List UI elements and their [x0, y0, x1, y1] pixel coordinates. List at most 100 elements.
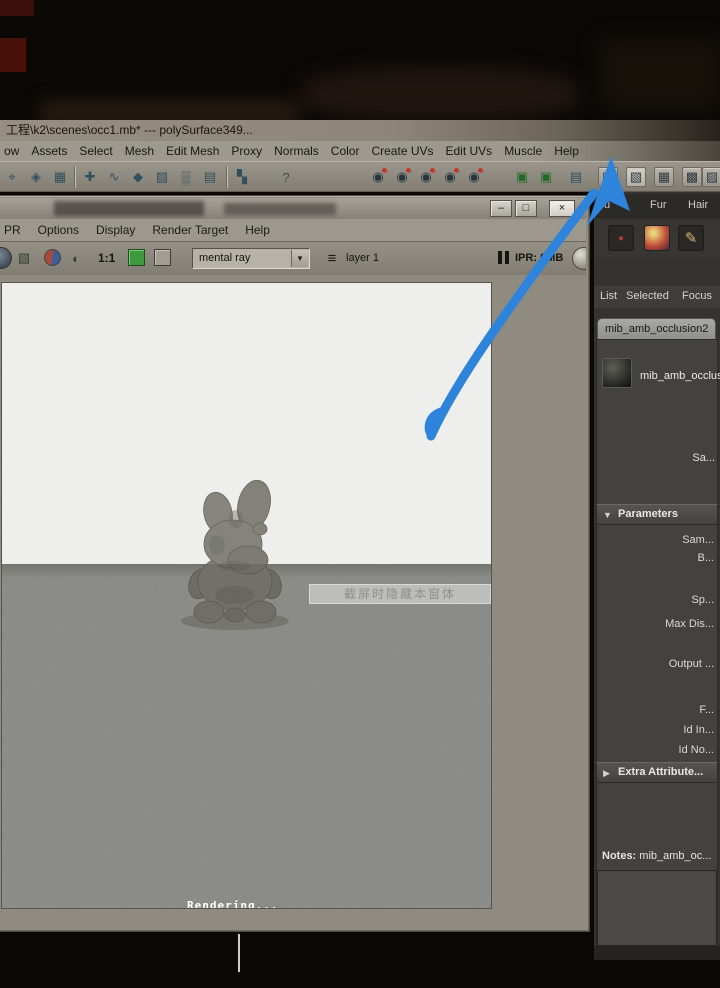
inputs-icon[interactable]: ▚ — [232, 167, 252, 187]
menu-mesh[interactable]: Mesh — [125, 144, 154, 158]
material-swatch[interactable] — [602, 358, 632, 388]
rv-menu-render-target[interactable]: Render Target — [152, 223, 228, 237]
help-icon[interactable]: ? — [276, 167, 296, 187]
param-label-samples: Sam... — [682, 534, 714, 546]
ae-node-tab[interactable]: mib_amb_occlusion2 — [597, 318, 716, 340]
desktop-smudge — [300, 68, 580, 120]
notes-line: Notes: mib_amb_oc... — [602, 850, 711, 862]
titlebar-smudge — [54, 201, 204, 216]
param-label-id-nonself: Id No... — [678, 744, 714, 756]
ae-menu-selected[interactable]: Selected — [626, 290, 669, 302]
render-flag-1-icon[interactable]: ◉ — [368, 167, 388, 187]
hierarchy-mask-icon[interactable]: ◈ — [26, 167, 46, 187]
render-current-frame-icon[interactable]: ▩ — [682, 167, 702, 187]
maya-window-titlebar[interactable]: 工程\k2\scenes\occ1.mb* --- polySurface349… — [0, 120, 720, 141]
chevron-down-icon[interactable]: ▼ — [291, 250, 308, 267]
render-view-titlebar[interactable]: – □ × — [0, 198, 586, 219]
alpha-channel-toggle[interactable] — [154, 249, 171, 266]
render-image[interactable]: 截屏时隐藏本窗体 Rendering... — [1, 282, 492, 909]
render-settings-icon[interactable]: ▨ — [702, 167, 720, 187]
quick-layout-2-icon[interactable]: ▣ — [536, 167, 556, 187]
menu-color[interactable]: Color — [331, 144, 360, 158]
select-mask-icon[interactable]: ⌖ — [2, 167, 22, 187]
layers-icon: ≡ — [327, 249, 337, 267]
rv-menu-options[interactable]: Options — [38, 223, 79, 237]
rgb-channels-toggle[interactable] — [128, 249, 145, 266]
shelf-shading-ball-icon[interactable] — [644, 225, 670, 251]
menu-muscle[interactable]: Muscle — [504, 144, 542, 158]
render-flag-2-icon[interactable]: ◉ — [392, 167, 412, 187]
extra-attributes-section-header[interactable]: ▶ Extra Attribute... — [596, 762, 718, 783]
minimize-button[interactable]: – — [490, 200, 512, 217]
render-progress-label: Rendering... — [187, 899, 279, 909]
hypershade-icon[interactable]: ▧ — [626, 167, 646, 187]
object-mask-icon[interactable]: ▦ — [50, 167, 70, 187]
attribute-editor-panel: u Fur Hair ▪ ✎ List Selected Focus mib_a… — [594, 192, 720, 960]
maya-status-line: ⌖ ◈ ▦ ✚ ∿ ◆ ▨ ▒ ▤ ▚ ? ◉ ◉ ◉ ◉ ◉ ▣ ▣ ▤ ▥ … — [0, 161, 720, 192]
shelf-tab-hair[interactable]: Hair — [688, 199, 708, 211]
render-flag-5-icon[interactable]: ◉ — [464, 167, 484, 187]
rv-menu-ipr[interactable]: PR — [4, 223, 21, 237]
menu-proxy[interactable]: Proxy — [231, 144, 262, 158]
snap-point-icon[interactable]: ◆ — [128, 167, 148, 187]
menu-select[interactable]: Select — [79, 144, 112, 158]
maximize-button[interactable]: □ — [515, 200, 537, 217]
menu-edit-mesh[interactable]: Edit Mesh — [166, 144, 219, 158]
parameters-section-label: Parameters — [618, 508, 678, 520]
menu-assets[interactable]: Assets — [31, 144, 67, 158]
render-flag-4-icon[interactable]: ◉ — [440, 167, 460, 187]
parameters-section-header[interactable]: ▼ Parameters — [596, 504, 718, 525]
clipboard-icon[interactable]: ▤ — [566, 167, 586, 187]
notes-textarea[interactable] — [597, 870, 717, 946]
ae-menu-focus[interactable]: Focus — [682, 290, 712, 302]
menu-normals[interactable]: Normals — [274, 144, 319, 158]
shelf-paintbrush-icon[interactable]: ✎ — [678, 225, 704, 251]
snapshot-icon[interactable]: ◐ — [66, 248, 86, 268]
node-name-label: mib_amb_occlus... — [640, 370, 720, 382]
close-button[interactable]: × — [549, 200, 575, 217]
desktop-smudge — [600, 40, 720, 110]
snap-grid-icon[interactable]: ✚ — [80, 167, 100, 187]
render-layer-label[interactable]: layer 1 — [346, 252, 379, 264]
desktop: 工程\k2\scenes\occ1.mb* --- polySurface349… — [0, 0, 720, 988]
keep-image-icon[interactable] — [572, 247, 586, 270]
shelf-tab-partial[interactable]: u — [604, 199, 610, 211]
extra-attributes-section-label: Extra Attribute... — [618, 766, 704, 778]
render-view-window: – □ × PR Options Display Render Target H… — [0, 195, 590, 932]
render-region-icon[interactable]: ▧ — [14, 248, 34, 268]
menu-window[interactable]: ow — [4, 144, 19, 158]
param-label-output-mode: Output ... — [668, 658, 714, 670]
attribute-editor-menubar: List Selected Focus — [594, 286, 720, 308]
shelf-icon-row: ▪ ✎ — [594, 220, 720, 258]
param-label-spread: Sp... — [691, 594, 714, 606]
renderer-dropdown[interactable]: mental ray ▼ — [192, 248, 310, 269]
shelf-tab-fur[interactable]: Fur — [650, 199, 667, 211]
param-label-falloff: F... — [699, 704, 714, 716]
sample-label: Sa... — [692, 452, 715, 464]
ipr-status-label: IPR: 0MB — [515, 252, 564, 264]
zoom-ratio-label[interactable]: 1:1 — [98, 251, 115, 265]
snap-plane-icon[interactable]: ▨ — [152, 167, 172, 187]
desktop-artifact-red — [0, 0, 34, 16]
color-swatch[interactable] — [44, 249, 61, 266]
render-view-icon[interactable]: ▦ — [654, 167, 674, 187]
rv-menu-display[interactable]: Display — [96, 223, 135, 237]
render-flag-3-icon[interactable]: ◉ — [416, 167, 436, 187]
construction-history-icon[interactable]: ▤ — [200, 167, 220, 187]
cursor-artifact — [238, 934, 240, 972]
shelf-muscle-icon[interactable]: ▪ — [608, 225, 634, 251]
panel-bottom-strip — [594, 946, 720, 960]
hypergraph-icon[interactable]: ▥ — [598, 167, 618, 187]
pause-ipr-icon[interactable] — [498, 251, 509, 264]
quick-layout-1-icon[interactable]: ▣ — [512, 167, 532, 187]
menu-help[interactable]: Help — [554, 144, 579, 158]
ae-menu-list[interactable]: List — [600, 290, 617, 302]
snap-curve-icon[interactable]: ∿ — [104, 167, 124, 187]
make-live-icon[interactable]: ▒ — [176, 167, 196, 187]
screen-capture-watermark: 截屏时隐藏本窗体 — [309, 584, 491, 604]
redo-render-icon[interactable] — [0, 247, 12, 269]
menu-edit-uvs[interactable]: Edit UVs — [446, 144, 493, 158]
menu-create-uvs[interactable]: Create UVs — [371, 144, 433, 158]
toolbar-separator — [226, 166, 228, 188]
rv-menu-help[interactable]: Help — [245, 223, 270, 237]
